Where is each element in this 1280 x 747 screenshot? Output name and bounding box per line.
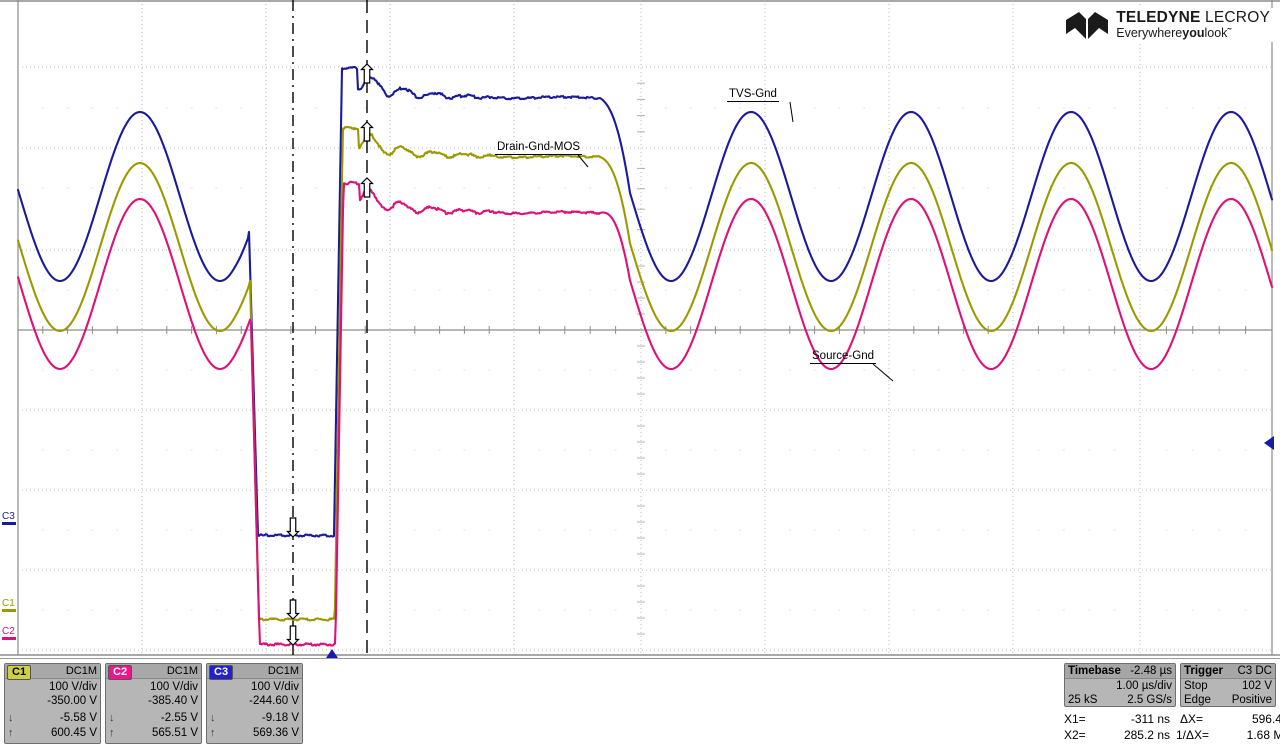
timebase-delay: -2.48 µs [1130,665,1172,677]
c1-coupling: DC1M [65,665,97,677]
timebase-header: Timebase -2.48 µs [1065,664,1175,679]
annotation-drain-gnd-mos[interactable]: Drain-Gnd-MOS [495,141,583,155]
c3-coupling: DC1M [267,665,299,677]
c2-min-value: -2.55 V [160,712,198,724]
cursor-invdx-label: 1/ΔX= [1176,728,1210,742]
timebase-scale: 1.00 µs/div [1116,680,1172,692]
c2-vertical-scale: 100 V/div [150,681,198,693]
c1-min-value: -5.58 V [59,712,97,724]
channel-rail-label-c1: C1 [2,598,15,609]
channel-rail-marker-c1[interactable]: C1 [2,599,18,612]
c1-max-value: 600.45 V [50,727,97,739]
cursor-x2-value: 285.2 ns [1123,728,1170,742]
c1-header: C1 DC1M [5,664,100,680]
c3-tag: C3 [209,665,234,680]
trigger-type-row: Edge Positive [1181,693,1275,707]
annotation-leader-source-gnd [872,363,894,382]
logo-company-name: TELEDYNE LECROY [1116,9,1270,26]
waveform-display-area[interactable] [0,0,1280,658]
cursor-row-x2: X2= 285.2 ns 1/ΔX= 1.68 MHz [1064,727,1280,743]
timebase-title: Timebase [1068,665,1121,677]
teledyne-chevron-icon [1066,12,1109,40]
cursors-and-markers[interactable] [0,0,1280,658]
cursor-dx-value: 596.4 ns [1251,712,1280,726]
c1-vertical-scale: 100 V/div [49,681,97,693]
trigger-level: 102 V [1241,680,1272,692]
annotation-tvs-gnd[interactable]: TVS-Gnd [727,88,779,102]
c1-min-arrow-icon: ↓ [8,712,14,724]
c2-min-arrow-icon: ↓ [109,712,115,724]
timebase-sample-rate: 2.5 GS/s [1127,694,1172,706]
c3-offset: -244.60 V [249,695,299,707]
offset-arrow-c1-bottom[interactable] [286,599,300,620]
cursor-dx-label: ΔX= [1180,712,1204,726]
channel-rail-label-c2: C2 [2,626,15,637]
c3-max-arrow-icon: ↑ [210,727,216,739]
c1-offset: -350.00 V [47,695,97,707]
channel-rail-bar-c3 [2,522,16,525]
trigger-slope: Positive [1231,694,1272,706]
annotation-source-gnd[interactable]: Source-Gnd [810,350,877,364]
c2-max-arrow-icon: ↑ [109,727,115,739]
c1-max-arrow-icon: ↑ [8,727,14,739]
c1-tag: C1 [7,665,32,680]
trigger-source: C3 DC [1237,665,1272,677]
trigger-title: Trigger [1184,665,1223,677]
cursor-x1-value: -311 ns [1130,712,1170,726]
trigger-header: Trigger C3 DC [1181,664,1275,679]
logo-tagline: Everywhereyoulook˜ [1116,26,1232,41]
timebase-sample-row: 25 kS 2.5 GS/s [1065,693,1175,707]
oscilloscope-screen: TELEDYNE LECROY Everywhereyoulook˜ C1 DC… [0,0,1280,747]
channel-rail-label-c3: C3 [2,511,15,522]
offset-arrow-c2-top[interactable] [360,177,374,198]
annotation-leader-tvs-gnd [789,101,794,123]
c2-max-value: 565.51 V [151,727,198,739]
c3-max-value: 569.36 V [252,727,299,739]
channel-descriptor-c1[interactable]: C1 DC1M 100 V/div -350.00 V ↓ -5.58 V ↑ … [4,663,101,744]
channel-descriptor-c3[interactable]: C3 DC1M 100 V/div -244.60 V ↓ -9.18 V ↑ … [206,663,303,744]
trigger-state: Stop [1184,680,1208,692]
c3-header: C3 DC1M [207,664,302,680]
offset-arrow-c2-bottom[interactable] [286,625,300,646]
cursor-readout: X1= -311 ns ΔX= 596.4 ns X2= 285.2 ns 1/… [1064,711,1280,743]
channel-rail-marker-c3[interactable]: C3 [2,512,18,525]
cursor-x2-label: X2= [1064,728,1086,742]
c3-min-arrow-icon: ↓ [210,712,216,724]
status-bar: C1 DC1M 100 V/div -350.00 V ↓ -5.58 V ↑ … [0,658,1280,747]
timebase-samples: 25 kS [1068,694,1098,706]
timebase-descriptor[interactable]: Timebase -2.48 µs 1.00 µs/div 25 kS 2.5 … [1064,663,1176,707]
channel-descriptor-c2[interactable]: C2 DC1M 100 V/div -385.40 V ↓ -2.55 V ↑ … [105,663,202,744]
trigger-state-row: Stop 102 V [1181,679,1275,693]
c2-offset: -385.40 V [148,695,198,707]
cursor-x1-label: X1= [1064,712,1086,726]
cursor-row-x1: X1= -311 ns ΔX= 596.4 ns [1064,711,1280,727]
channel-rail-marker-c2[interactable]: C2 [2,627,18,640]
annotation-leader-drain-gnd-mos [577,154,589,168]
cursor-invdx-value: 1.68 MHz [1246,728,1280,742]
trigger-position-marker[interactable] [326,649,338,658]
timebase-scale-row: 1.00 µs/div [1065,679,1175,693]
trigger-descriptor[interactable]: Trigger C3 DC Stop 102 V Edge Positive [1180,663,1276,707]
offset-arrow-c1-top[interactable] [360,121,374,142]
channel-rail-bar-c2 [2,637,16,640]
c3-vertical-scale: 100 V/div [251,681,299,693]
c2-tag: C2 [108,665,133,680]
c3-min-value: -9.18 V [261,712,299,724]
trigger-type: Edge [1184,694,1211,706]
c2-header: C2 DC1M [106,664,201,680]
c2-coupling: DC1M [166,665,198,677]
trigger-level-marker[interactable] [1264,436,1274,450]
offset-arrow-c3-bottom[interactable] [286,517,300,538]
teledyne-lecroy-logo: TELEDYNE LECROY Everywhereyoulook˜ [1063,8,1274,43]
channel-rail-bar-c1 [2,609,16,612]
offset-arrow-c3-top[interactable] [360,63,374,84]
